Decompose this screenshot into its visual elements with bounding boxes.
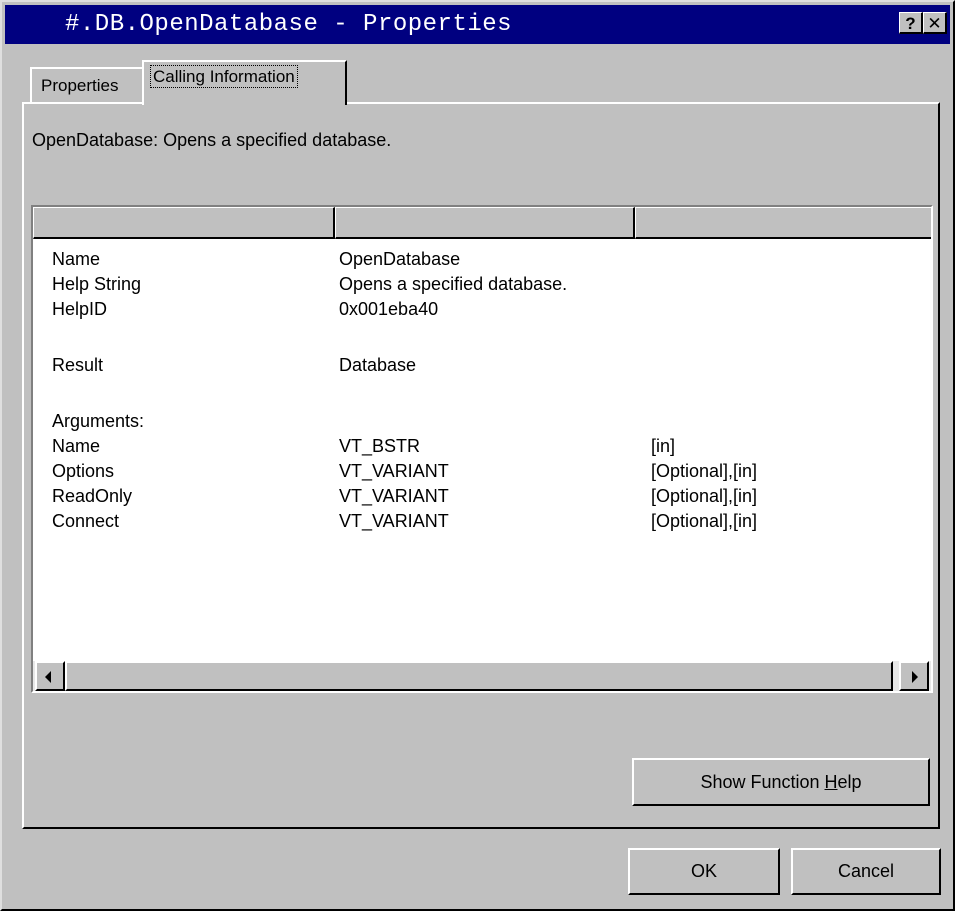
function-summary: OpenDatabase: Opens a specified database… (32, 130, 392, 150)
list-header (33, 207, 931, 239)
tab-properties[interactable]: Properties (30, 67, 144, 103)
list-row[interactable]: Connect VT_VARIANT [Optional],[in] (33, 509, 931, 534)
list-cell-c2: 0x001eba40 (339, 299, 439, 319)
list-row[interactable]: Arguments: (33, 409, 931, 434)
list-cell-c2: VT_VARIANT (339, 461, 449, 481)
list-row[interactable] (33, 378, 931, 409)
list-cell-c3: [in] (651, 436, 676, 456)
list-row[interactable]: ReadOnly VT_VARIANT [Optional],[in] (33, 484, 931, 509)
list-cell-c1: Name (52, 249, 101, 269)
list-row[interactable]: Help String Opens a specified database. (33, 272, 931, 297)
tab-properties-label: Properties (41, 76, 119, 95)
list-cell-c2: Opens a specified database. (339, 274, 568, 294)
arrow-right-icon (912, 671, 918, 683)
list-cell-c1: Connect (52, 511, 120, 531)
list-cell-c1: Result (52, 355, 104, 375)
list-cell-c1: Name (52, 436, 101, 456)
list-cell-c2: VT_BSTR (339, 436, 421, 456)
column-header-3[interactable] (635, 207, 931, 239)
show-help-label-prefix: Show Function (700, 772, 825, 792)
cancel-button[interactable]: Cancel (791, 848, 941, 895)
tab-calling-information-label: Calling Information (150, 65, 298, 88)
list-row[interactable]: Name OpenDatabase (33, 247, 931, 272)
list-cell-c1: Arguments: (52, 411, 145, 431)
column-header-1[interactable] (33, 207, 335, 239)
scroll-thumb[interactable] (65, 661, 893, 691)
list-cell-c3: [Optional],[in] (651, 511, 758, 531)
list-row[interactable]: Result Database (33, 353, 931, 378)
list-cell-c1: Help String (52, 274, 142, 294)
list-cell-c3: [Optional],[in] (651, 486, 758, 506)
list-row[interactable]: Name VT_BSTR [in] (33, 434, 931, 459)
list-row[interactable] (33, 322, 931, 353)
calling-info-list[interactable]: Name OpenDatabase Help String Opens a speci… (31, 205, 933, 693)
list-cell-c2: VT_VARIANT (339, 511, 449, 531)
list-row[interactable]: HelpID 0x001eba40 (33, 297, 931, 322)
window-title: #.DB.OpenDatabase - Properties (65, 11, 513, 38)
list-cell-c1: HelpID (52, 299, 108, 319)
list-cell-c3: [Optional],[in] (651, 461, 758, 481)
show-help-label-suffix: elp (837, 772, 862, 792)
list-cell-c2: OpenDatabase (339, 249, 461, 269)
horizontal-scrollbar[interactable] (33, 661, 931, 691)
show-help-label-accel: H (824, 772, 838, 792)
list-row[interactable]: Options VT_VARIANT [Optional],[in] (33, 459, 931, 484)
column-header-2[interactable] (335, 207, 635, 239)
title-bar[interactable]: #.DB.OpenDatabase - Properties ? ✕ (5, 5, 950, 44)
scroll-left-button[interactable] (35, 661, 65, 691)
list-cell-c1: ReadOnly (52, 486, 133, 506)
scroll-right-button[interactable] (899, 661, 929, 691)
help-button[interactable]: ? (899, 12, 923, 34)
list-rows: Name OpenDatabase Help String Opens a speci… (33, 247, 931, 534)
show-function-help-button[interactable]: Show Function Help (632, 758, 930, 806)
ok-button[interactable]: OK (628, 848, 780, 895)
list-cell-c2: Database (339, 355, 417, 375)
list-cell-c2: VT_VARIANT (339, 486, 449, 506)
list-cell-c1: Options (52, 461, 115, 481)
arrow-left-icon (45, 671, 51, 683)
close-button[interactable]: ✕ (923, 12, 947, 34)
tab-calling-information[interactable]: Calling Information (142, 60, 347, 105)
